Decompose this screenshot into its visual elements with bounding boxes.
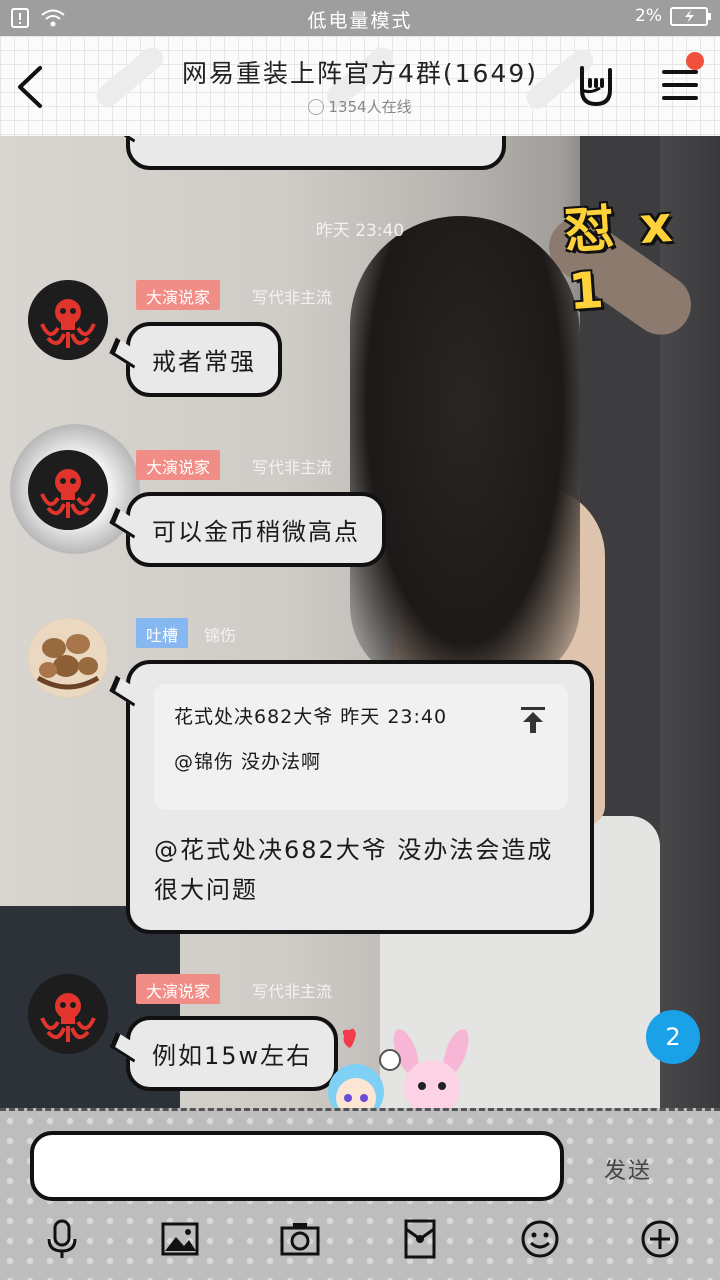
- chat-area[interactable]: 昨天 23:40 怼 x 1 大演说家 写代非主流 戒者常强 大演说家 写代非主…: [0, 136, 720, 1108]
- message-bubble[interactable]: 可以金币稍微高点: [126, 492, 386, 567]
- camera-icon[interactable]: [280, 1219, 320, 1259]
- send-button[interactable]: 发送: [604, 1153, 652, 1185]
- power-mode-label: 低电量模式: [307, 10, 413, 32]
- quote-header: 花式处决682大爷 昨天 23:40: [174, 706, 448, 728]
- message-bubble[interactable]: 例如15w左右: [126, 1016, 339, 1091]
- status-right: 2%: [635, 6, 711, 26]
- group-title[interactable]: 网易重装上阵官方4群(1649): [120, 54, 600, 90]
- sender-tag: 大演说家: [136, 450, 221, 480]
- battery-icon: [670, 6, 711, 26]
- status-bar: 低电量模式 2%: [0, 0, 720, 36]
- online-count-text: 1354人在线: [328, 98, 412, 116]
- hydra-icon[interactable]: [28, 450, 108, 530]
- quote-text: @锦伤 没办法啊: [174, 751, 322, 773]
- sender-name[interactable]: 写代非主流: [252, 978, 332, 1002]
- anime-sticker-icon: [328, 1028, 469, 1108]
- message-input[interactable]: [30, 1131, 564, 1201]
- hydra-icon[interactable]: [28, 974, 108, 1054]
- menu-line: [662, 83, 698, 87]
- unread-count-button[interactable]: 2: [646, 1010, 700, 1064]
- input-bar: 发送: [0, 1108, 720, 1280]
- input-toolbar: [0, 1219, 720, 1269]
- sender-tag: 大演说家: [136, 280, 221, 310]
- red-packet-icon[interactable]: [400, 1219, 440, 1259]
- message-bubble[interactable]: 戒者常强: [126, 322, 282, 397]
- message-item: 吐槽 锦伤 花式处决682大爷 昨天 23:40 @锦伤 没办法啊 @花式处决6…: [0, 618, 720, 938]
- previous-message-bubble[interactable]: [126, 136, 506, 170]
- sender-tag: 大演说家: [136, 974, 221, 1004]
- walnut-icon[interactable]: [28, 618, 108, 698]
- rock-hand-icon[interactable]: [574, 64, 618, 108]
- quoted-message[interactable]: 花式处决682大爷 昨天 23:40 @锦伤 没办法啊: [154, 684, 568, 810]
- menu-line: [662, 70, 698, 74]
- sender-name[interactable]: 写代非主流: [252, 284, 332, 308]
- sender-tag: 吐槽: [136, 618, 189, 648]
- jump-to-top-icon[interactable]: [520, 706, 546, 734]
- image-icon[interactable]: [160, 1219, 200, 1259]
- chat-header: 网易重装上阵官方4群(1649) 1354人在线: [0, 36, 720, 136]
- mic-icon[interactable]: [42, 1219, 82, 1259]
- menu-line: [662, 96, 698, 100]
- message-item: 大演说家 写代非主流 可以金币稍微高点: [0, 450, 720, 580]
- notification-dot: [686, 52, 704, 70]
- hydra-icon[interactable]: [28, 280, 108, 360]
- sender-name[interactable]: 锦伤: [204, 622, 236, 646]
- emoji-icon[interactable]: [520, 1219, 560, 1259]
- online-dot-icon: [308, 99, 325, 115]
- plus-icon[interactable]: [640, 1219, 680, 1259]
- message-item: 大演说家 写代非主流 戒者常强: [0, 280, 720, 410]
- menu-button[interactable]: [662, 70, 698, 102]
- sender-name[interactable]: 写代非主流: [252, 454, 332, 478]
- battery-percent: 2%: [635, 6, 662, 26]
- message-text: @花式处决682大爷 没办法会造成很大问题: [154, 836, 554, 904]
- message-bubble[interactable]: 花式处决682大爷 昨天 23:40 @锦伤 没办法啊 @花式处决682大爷 没…: [126, 660, 594, 934]
